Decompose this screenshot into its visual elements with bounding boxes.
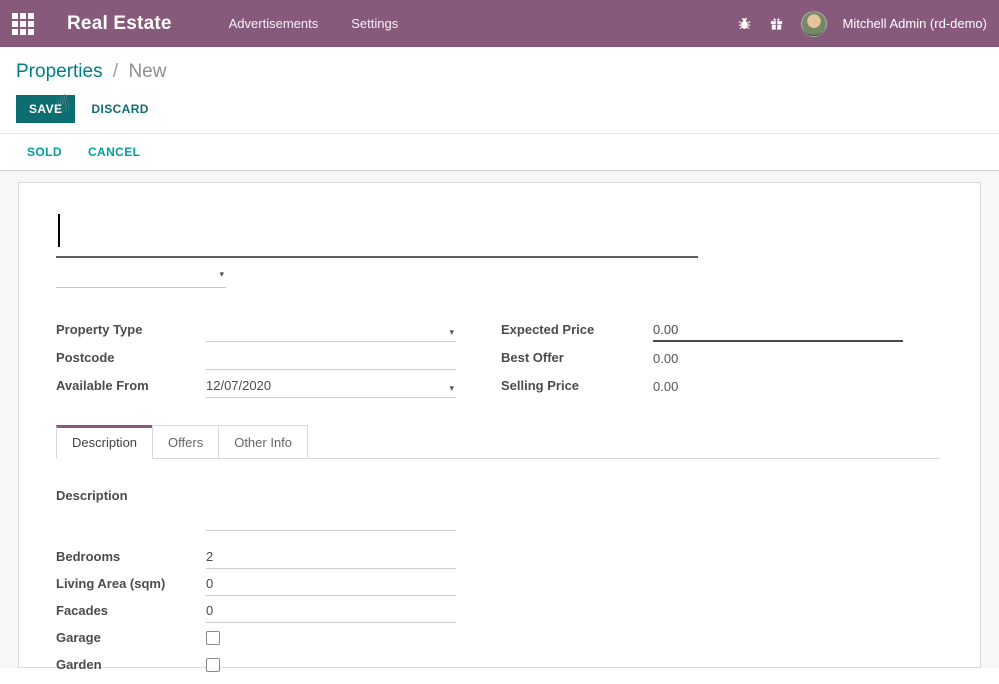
bedrooms-input[interactable]: 2 — [206, 549, 456, 569]
chevron-down-icon: ▾ — [449, 384, 456, 393]
property-type-input[interactable]: ▾ — [206, 328, 456, 342]
selling-price-label: Selling Price — [501, 378, 653, 398]
navbar-right: Mitchell Admin (rd-demo) — [737, 11, 999, 37]
description-tab-page: Description Bedrooms 2 Living Area (sqm)… — [56, 459, 940, 684]
gift-icon[interactable] — [769, 16, 785, 32]
garage-checkbox[interactable] — [206, 631, 220, 645]
right-column: Expected Price 0.00 Best Offer 0.00 Sell… — [501, 314, 903, 398]
field-row: Postcode — [56, 342, 501, 370]
breadcrumb-current: New — [128, 61, 166, 82]
expected-price-label: Expected Price — [501, 322, 653, 342]
selling-price-amount: 0.00 — [653, 379, 678, 394]
property-type-label: Property Type — [56, 322, 206, 342]
best-offer-amount: 0.00 — [653, 351, 678, 366]
breadcrumb-properties-link[interactable]: Properties — [16, 61, 103, 82]
chevron-down-icon: ▾ — [449, 328, 456, 337]
bedrooms-value: 2 — [206, 549, 213, 564]
breadcrumb: Properties / New — [16, 61, 983, 83]
field-row: Living Area (sqm) 0 — [56, 570, 940, 596]
description-input[interactable] — [206, 488, 456, 531]
field-row: Bedrooms 2 — [56, 543, 940, 569]
expected-price-value: 0.00 — [653, 322, 678, 337]
property-name-input[interactable] — [56, 210, 698, 258]
field-row: Expected Price 0.00 — [501, 314, 903, 342]
living-area-input[interactable]: 0 — [206, 576, 456, 596]
facades-label: Facades — [56, 603, 206, 623]
description-label: Description — [56, 488, 206, 508]
discard-button[interactable]: DISCARD — [91, 102, 148, 116]
menu-item-advertisements[interactable]: Advertisements — [229, 16, 319, 31]
field-row: Property Type ▾ — [56, 314, 501, 342]
available-from-input[interactable]: 12/07/2020 ▾ — [206, 378, 456, 398]
best-offer-label: Best Offer — [501, 350, 653, 370]
living-area-label: Living Area (sqm) — [56, 576, 206, 596]
control-panel-buttons: SAVE DISCARD — [16, 95, 983, 123]
expected-price-input[interactable]: 0.00 — [653, 322, 903, 342]
field-row: Available From 12/07/2020 ▾ — [56, 370, 501, 398]
main-field-group: Property Type ▾ Postcode Available From — [56, 314, 940, 398]
facades-input[interactable]: 0 — [206, 603, 456, 623]
postcode-input[interactable] — [206, 365, 456, 370]
breadcrumb-separator: / — [113, 61, 118, 82]
facades-value: 0 — [206, 603, 213, 618]
garage-label: Garage — [56, 630, 206, 650]
apps-menu-button[interactable] — [0, 0, 46, 47]
notebook-tabs: Description Offers Other Info — [56, 425, 940, 459]
user-menu[interactable]: Mitchell Admin (rd-demo) — [843, 16, 988, 31]
selling-price-value: 0.00 — [653, 379, 903, 398]
field-row: Garden — [56, 651, 940, 677]
debug-bug-icon[interactable] — [737, 16, 753, 32]
top-navbar: Real Estate Advertisements Settings — [0, 0, 999, 47]
bedrooms-label: Bedrooms — [56, 549, 206, 569]
main-menu: Advertisements Settings — [229, 16, 399, 31]
apps-grid-icon — [12, 13, 34, 35]
field-row: Description — [56, 488, 940, 531]
best-offer-value: 0.00 — [653, 351, 903, 370]
form-statusbar: SOLD CANCEL — [0, 133, 999, 171]
available-from-value: 12/07/2020 — [206, 378, 271, 393]
field-row: Garage — [56, 624, 940, 650]
sold-button[interactable]: SOLD — [27, 145, 62, 159]
field-row: Facades 0 — [56, 597, 940, 623]
property-tags-selector[interactable]: ▾ — [56, 262, 226, 288]
save-button[interactable]: SAVE — [16, 95, 75, 123]
cancel-button[interactable]: CANCEL — [88, 145, 140, 159]
form-view-background: ▾ Property Type ▾ Postcode — [0, 171, 999, 668]
app-title: Real Estate — [67, 13, 172, 35]
form-sheet: ▾ Property Type ▾ Postcode — [18, 182, 981, 668]
postcode-label: Postcode — [56, 350, 206, 370]
tab-offers[interactable]: Offers — [152, 425, 219, 459]
chevron-down-icon: ▾ — [219, 270, 226, 279]
tab-description[interactable]: Description — [56, 425, 153, 459]
text-cursor — [58, 214, 60, 247]
garden-label: Garden — [56, 657, 206, 677]
left-column: Property Type ▾ Postcode Available From — [56, 314, 501, 398]
available-from-label: Available From — [56, 378, 206, 398]
field-row: Selling Price 0.00 — [501, 370, 903, 398]
living-area-value: 0 — [206, 576, 213, 591]
garden-checkbox[interactable] — [206, 658, 220, 672]
tab-other-info[interactable]: Other Info — [218, 425, 308, 459]
user-avatar[interactable] — [801, 11, 827, 37]
control-panel: Properties / New SAVE DISCARD ☝ — [0, 47, 999, 133]
field-row: Best Offer 0.00 — [501, 342, 903, 370]
field-row: Garden Area (sqm) 0 — [56, 678, 940, 684]
menu-item-settings[interactable]: Settings — [351, 16, 398, 31]
